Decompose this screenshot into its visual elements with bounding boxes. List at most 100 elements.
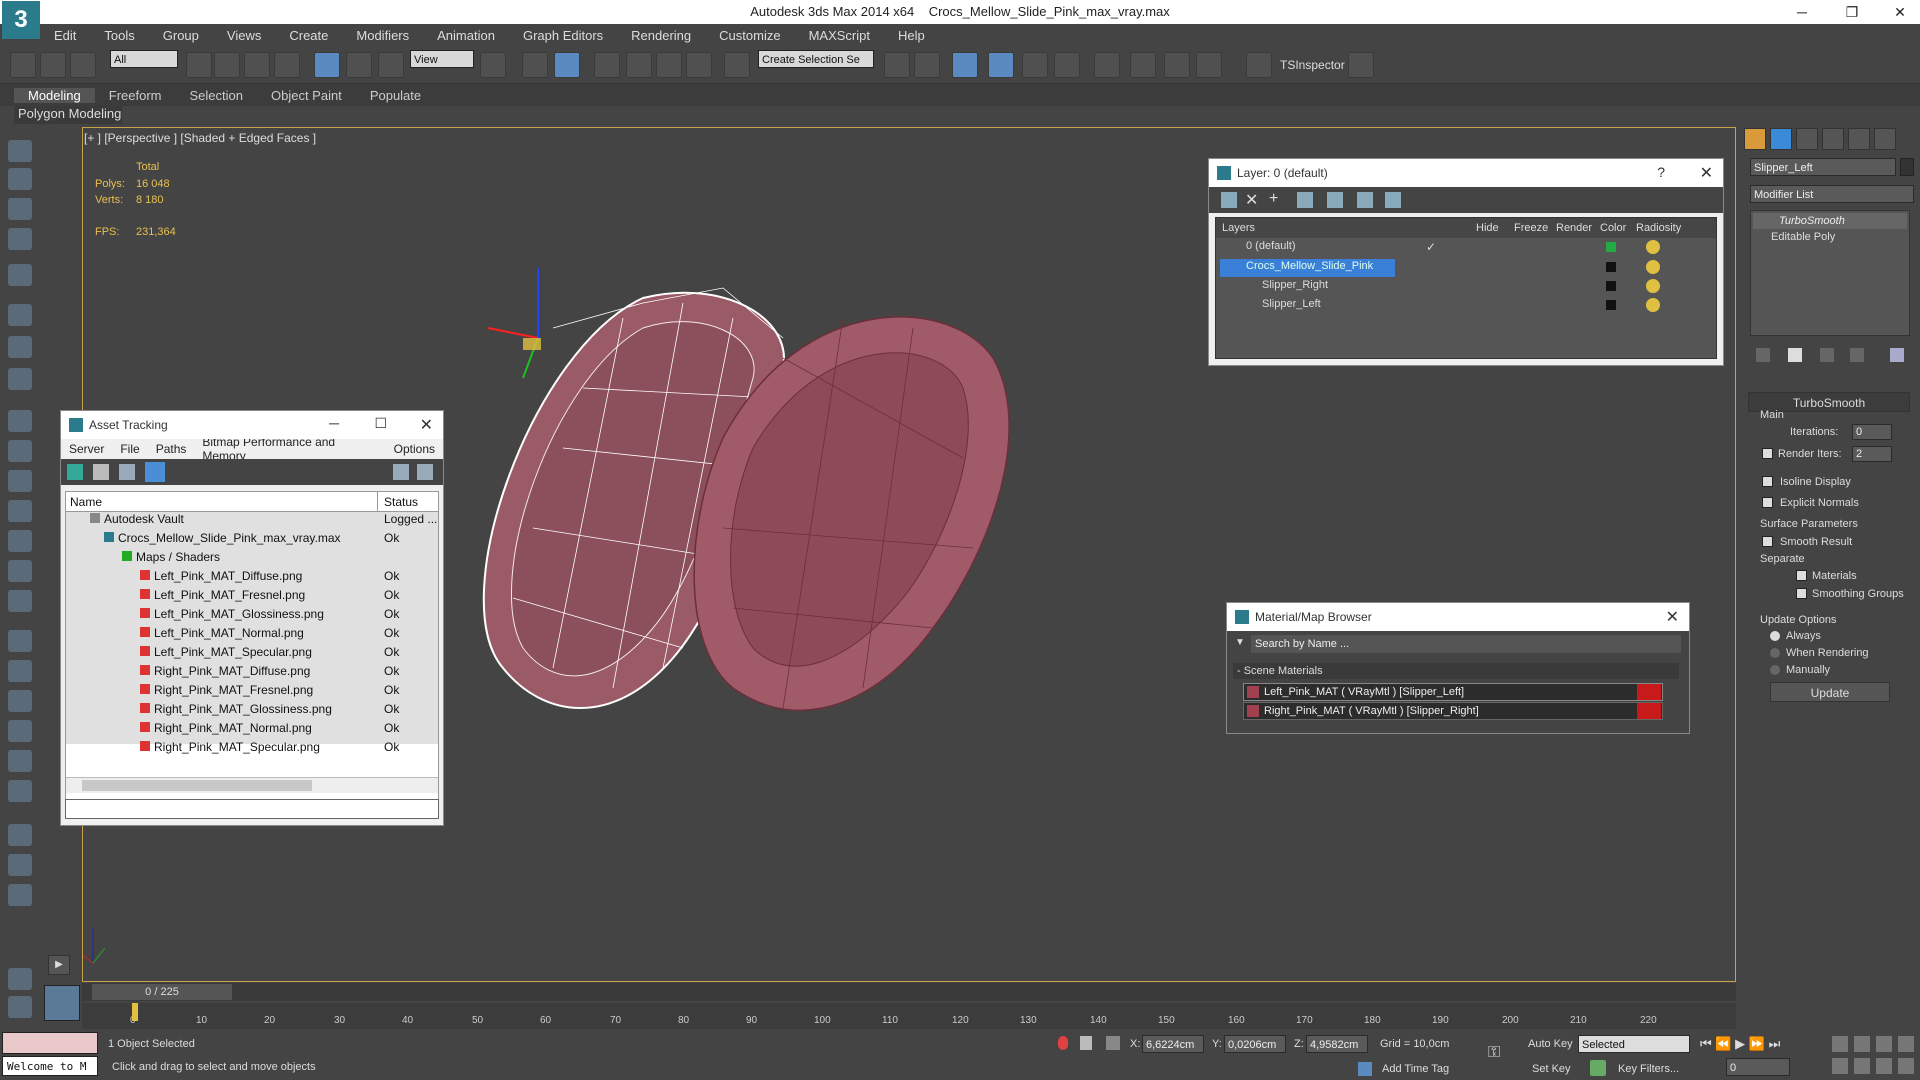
scrollbar-thumb[interactable] [82,780,312,791]
schematic-view-icon[interactable] [1054,52,1080,78]
plugin-icon[interactable] [1348,52,1374,78]
help-button[interactable]: ? [1657,164,1665,180]
minimize-icon[interactable]: ─ [329,415,339,431]
tool-icon[interactable] [8,780,32,802]
radiosity-icon[interactable] [1646,298,1660,312]
col-color[interactable]: Color [1600,222,1626,234]
curve-editor-icon[interactable] [1022,52,1048,78]
absolute-mode-icon[interactable] [1106,1036,1120,1050]
tool-icon[interactable] [8,720,32,742]
remove-modifier-icon[interactable] [1850,348,1864,362]
link-icon[interactable] [10,52,36,78]
mini-listener-icon[interactable] [44,985,80,1021]
pivot-icon[interactable] [480,52,506,78]
modifier-stack-item[interactable]: TurboSmooth [1753,213,1907,229]
list-item[interactable]: Left_Pink_MAT_Fresnel.png [140,588,305,607]
orbit-icon[interactable] [1876,1058,1892,1074]
percent-snap-icon[interactable] [656,52,682,78]
tsinspector-icon[interactable] [1246,52,1272,78]
list-item[interactable]: Left_Pink_MAT_Normal.png [140,626,304,645]
tool-icon[interactable] [8,690,32,712]
make-unique-icon[interactable] [1820,348,1834,362]
always-radio[interactable] [1770,631,1780,641]
explicit-normals-checkbox[interactable] [1762,497,1773,508]
asset-tracking-titlebar[interactable]: Asset Tracking ─ ☐ ✕ [61,411,443,439]
list-item[interactable]: Crocs_Mellow_Slide_Pink_max_vray.max [104,531,341,550]
thumbnail-icon[interactable] [119,464,135,480]
menu-edit[interactable]: Edit [40,28,90,43]
menu-tools[interactable]: Tools [90,28,148,43]
time-slider-thumb[interactable]: 0 / 225 [92,984,232,1000]
render-setup-icon[interactable] [1130,52,1156,78]
utilities-tab-icon[interactable] [1874,128,1896,150]
tool-icon[interactable] [8,410,32,432]
tool-icon[interactable] [8,198,32,220]
current-frame-marker[interactable] [132,1003,138,1021]
layer-manager-icon[interactable] [988,52,1014,78]
tab-object-paint[interactable]: Object Paint [257,88,356,103]
menu-server[interactable]: Server [61,442,112,456]
tool-icon[interactable] [8,168,32,190]
list-item[interactable]: Left_Pink_MAT_Specular.png [140,645,312,664]
fov-icon[interactable] [1832,1058,1848,1074]
list-item[interactable]: Autodesk Vault [90,512,184,531]
expand-arrow-icon[interactable]: ▶ [48,955,70,975]
list-item[interactable]: Left_Pink_MAT_Glossiness.png [140,607,324,626]
display-tab-icon[interactable] [1848,128,1870,150]
select-by-name-icon[interactable] [214,52,240,78]
tool-icon[interactable] [8,660,32,682]
move-gizmo[interactable] [487,268,541,379]
time-slider[interactable]: 0 / 225 [82,983,1736,1001]
tool-icon[interactable] [8,560,32,582]
align-icon[interactable] [914,52,940,78]
close-icon[interactable]: ✕ [420,415,433,435]
tool-icon[interactable] [8,500,32,522]
refresh-icon[interactable] [67,464,83,480]
select-object-icon[interactable] [186,52,212,78]
tool-icon[interactable] [8,884,32,906]
menu-animation[interactable]: Animation [423,28,509,43]
key-mode-dropdown[interactable]: Selected [1578,1035,1690,1053]
list-icon[interactable] [93,464,109,480]
layer-row-slipper-right[interactable]: Slipper_Right [1262,279,1328,298]
tab-populate[interactable]: Populate [356,88,435,103]
table-icon[interactable] [145,462,165,482]
menu-graph-editors[interactable]: Graph Editors [509,28,617,43]
tool-icon[interactable] [8,140,32,162]
new-layer-icon[interactable] [1221,192,1237,208]
zoom-extents-icon[interactable] [1876,1036,1892,1052]
tool-icon[interactable] [8,264,32,286]
radiosity-icon[interactable] [1646,279,1660,293]
radiosity-icon[interactable] [1646,260,1660,274]
unlink-icon[interactable] [40,52,66,78]
tool-icon[interactable] [8,440,32,462]
menu-rendering[interactable]: Rendering [617,28,705,43]
material-item-left[interactable]: Left_Pink_MAT ( VRayMtl ) [Slipper_Left] [1243,683,1663,701]
material-editor-icon[interactable] [1094,52,1120,78]
render-icon[interactable] [1196,52,1222,78]
hierarchy-tab-icon[interactable] [1796,128,1818,150]
delete-icon[interactable]: ✕ [1245,190,1258,210]
rendered-frame-icon[interactable] [1164,52,1190,78]
key-filters-button[interactable]: Key Filters... [1618,1063,1679,1075]
angle-snap-icon[interactable] [626,52,652,78]
modify-tab-icon[interactable] [1770,128,1792,150]
rect-region-icon[interactable] [244,52,270,78]
rotate-icon[interactable] [346,52,372,78]
modifier-list-dropdown[interactable]: Modifier List [1750,185,1914,203]
materials-checkbox[interactable] [1796,570,1807,581]
close-button[interactable]: ✕ [1882,2,1918,22]
set-key-button[interactable]: Set Key [1532,1063,1571,1075]
layer-explorer-icon[interactable] [952,52,978,78]
tab-selection[interactable]: Selection [176,88,257,103]
mirror-icon[interactable] [884,52,910,78]
polygon-modeling-label[interactable]: Polygon Modeling [14,106,122,124]
smoothing-groups-checkbox[interactable] [1796,588,1807,599]
radiosity-icon[interactable] [1646,240,1660,254]
snap-icon[interactable] [594,52,620,78]
iterations-spinner[interactable]: 0 [1852,424,1892,440]
viewport-label[interactable]: [+ ] [Perspective ] [Shaded + Edged Face… [84,131,316,145]
asset-path-field[interactable] [65,799,439,819]
list-item[interactable]: Right_Pink_MAT_Diffuse.png [140,664,310,683]
lock-icon[interactable] [1080,1036,1092,1050]
